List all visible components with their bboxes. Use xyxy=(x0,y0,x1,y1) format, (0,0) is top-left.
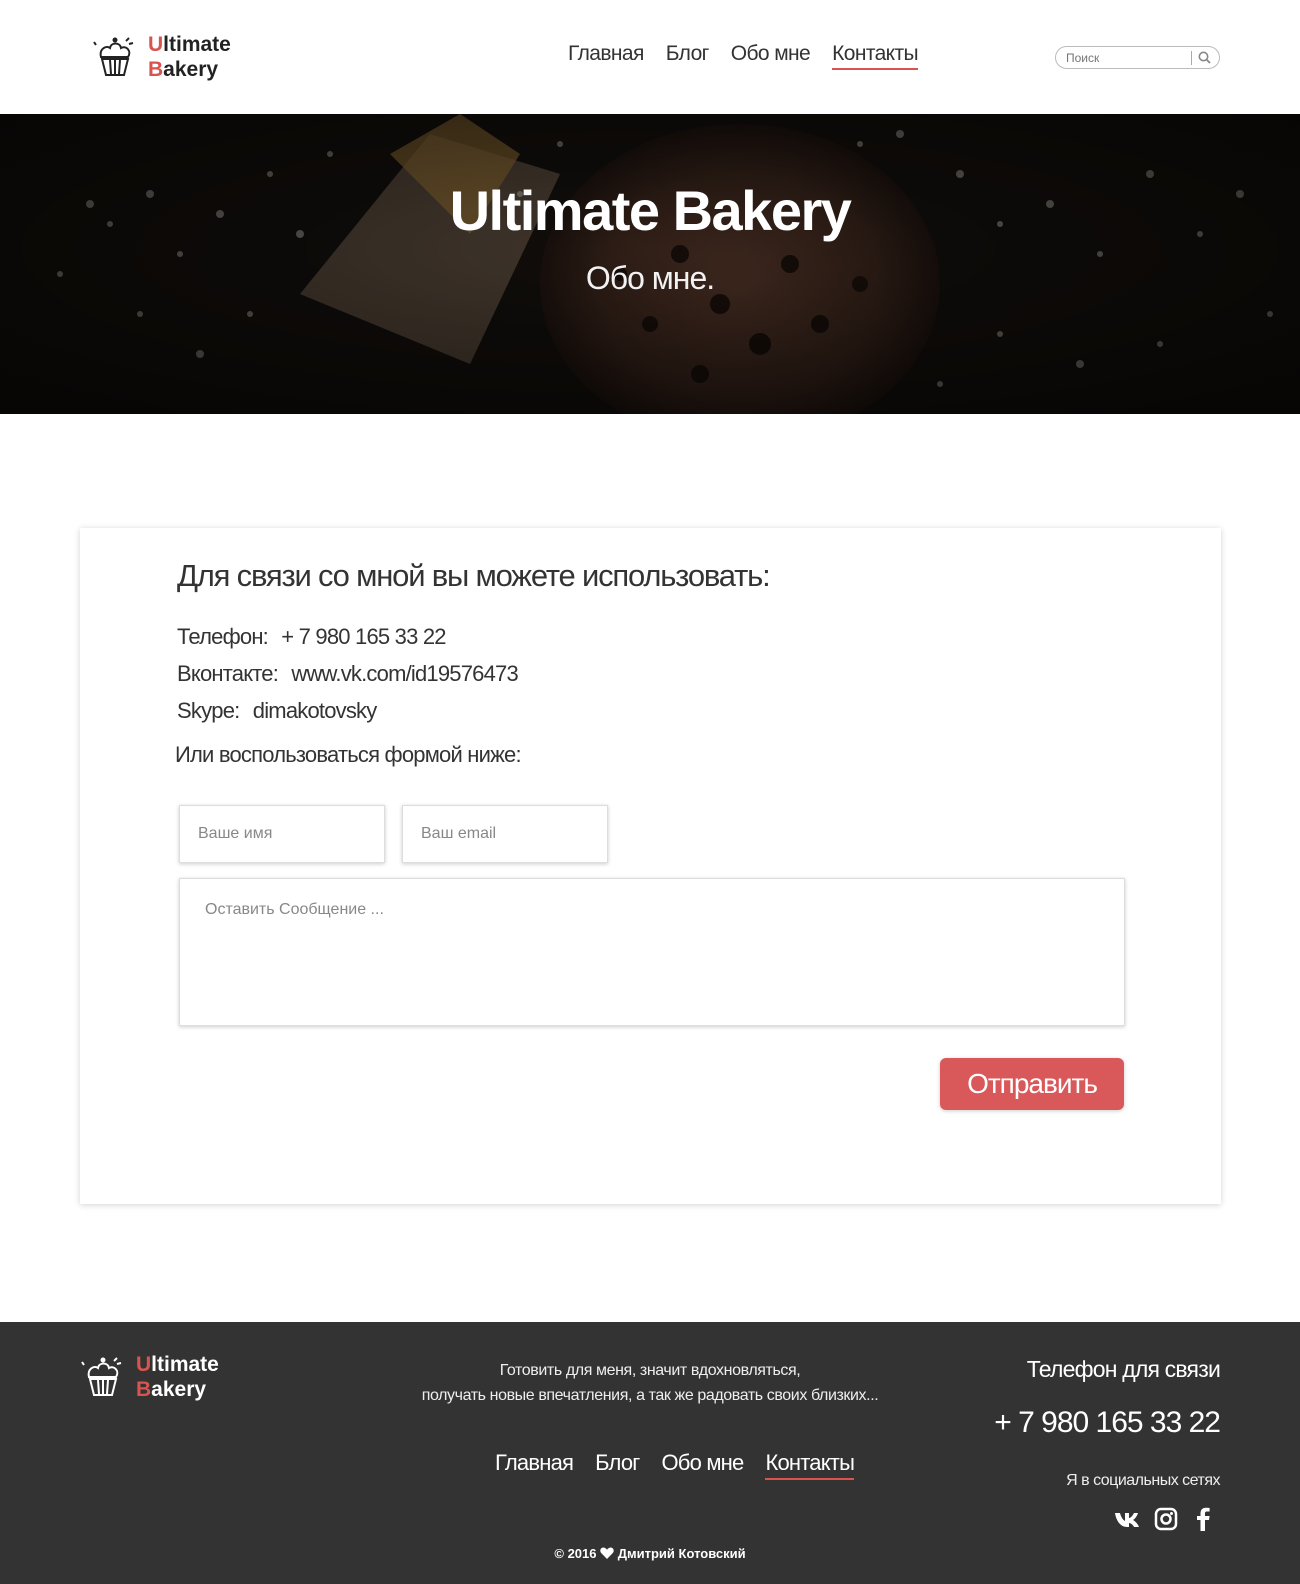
footer-logo[interactable]: Ultimate Bakery xyxy=(80,1352,219,1402)
footer-nav-home[interactable]: Главная xyxy=(495,1450,574,1480)
form-intro: Или воспользоваться формой ниже: xyxy=(175,742,522,767)
phone-link[interactable]: + 7 980 165 33 22 xyxy=(281,624,446,649)
search-input[interactable] xyxy=(1066,50,1191,65)
name-field[interactable] xyxy=(179,805,385,863)
hero-banner: Ultimate Bakery Обо мне. xyxy=(0,114,1300,414)
footer-nav-contacts[interactable]: Контакты xyxy=(765,1450,855,1480)
cupcake-icon xyxy=(93,37,134,76)
hero-title: Ultimate Bakery xyxy=(449,179,852,242)
submit-button[interactable]: Отправить xyxy=(940,1058,1124,1110)
main-nav: Главная Блог Обо мне Контакты xyxy=(568,42,919,70)
search-icon xyxy=(1198,51,1211,64)
footer-phone-label: Телефон для связи xyxy=(1026,1356,1221,1382)
footer-logo-text: Ultimate Bakery xyxy=(136,1353,219,1401)
copyright: © 2016 Дмитрий Котовский xyxy=(554,1546,746,1561)
social-links xyxy=(1114,1506,1220,1532)
heart-icon xyxy=(600,1547,614,1559)
search-box xyxy=(1055,46,1220,69)
site-header: Ultimate Bakery Главная Блог Обо мне Кон… xyxy=(0,0,1300,114)
nav-about[interactable]: Обо мне xyxy=(731,42,811,70)
footer-phone[interactable]: + 7 980 165 33 22 xyxy=(994,1406,1221,1440)
skype-row: Skype: dimakotovsky xyxy=(177,698,377,724)
email-field[interactable] xyxy=(402,805,608,863)
footer-nav: Главная Блог Обо мне Контакты xyxy=(495,1450,855,1480)
contact-heading: Для связи со мной вы можете использовать… xyxy=(177,558,771,593)
site-footer: Ultimate Bakery Готовить для меня, значи… xyxy=(0,1322,1300,1584)
logo[interactable]: Ultimate Bakery xyxy=(92,32,231,82)
message-field[interactable] xyxy=(179,878,1125,1026)
phone-label: Телефон: xyxy=(177,624,269,649)
footer-nav-about[interactable]: Обо мне xyxy=(661,1450,744,1480)
nav-home[interactable]: Главная xyxy=(568,42,644,70)
nav-blog[interactable]: Блог xyxy=(666,42,710,70)
skype-label: Skype: xyxy=(177,698,240,723)
contact-card: Для связи со мной вы можете использовать… xyxy=(80,528,1221,1204)
search-button[interactable] xyxy=(1192,47,1216,68)
social-label: Я в социальных сетях xyxy=(1066,1472,1220,1489)
nav-contacts[interactable]: Контакты xyxy=(832,42,919,70)
skype-link[interactable]: dimakotovsky xyxy=(253,698,377,723)
instagram-icon[interactable] xyxy=(1154,1506,1180,1532)
footer-nav-blog[interactable]: Блог xyxy=(595,1450,640,1480)
facebook-icon[interactable] xyxy=(1194,1506,1220,1532)
phone-row: Телефон: + 7 980 165 33 22 xyxy=(177,624,447,650)
vk-icon[interactable] xyxy=(1114,1506,1140,1532)
vk-link[interactable]: www.vk.com/id19576473 xyxy=(291,661,518,686)
cupcake-icon xyxy=(81,1357,122,1396)
vk-label: Вконтакте: xyxy=(177,661,279,686)
footer-tagline: Готовить для меня, значит вдохновляться,… xyxy=(421,1362,879,1404)
vk-row: Вконтакте: www.vk.com/id19576473 xyxy=(177,661,519,687)
hero-subtitle: Обо мне. xyxy=(585,260,715,296)
logo-text: Ultimate Bakery xyxy=(148,33,231,81)
